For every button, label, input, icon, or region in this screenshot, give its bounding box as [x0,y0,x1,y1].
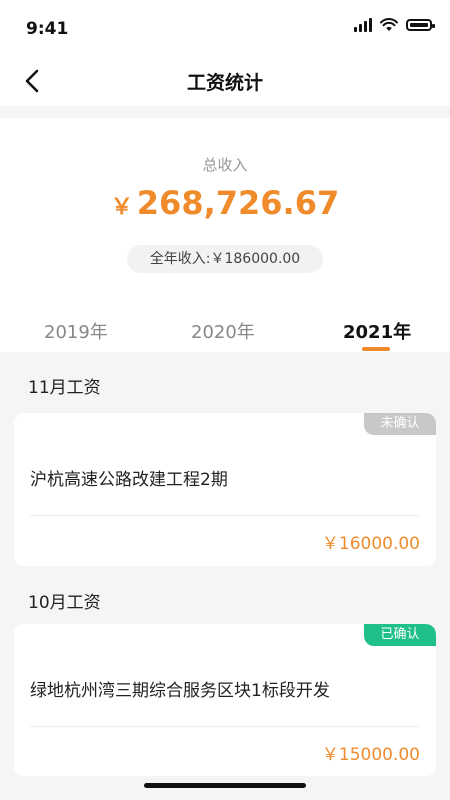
status-bar: 9:41 [0,0,450,56]
status-badge-confirmed: 已确认 [364,624,436,646]
total-income-label: 总收入 [202,156,248,174]
year-tabs: 2019年 2020年 2021年 [0,314,450,352]
tab-2019[interactable]: 2019年 [44,318,108,344]
salary-card-october[interactable]: 已确认 绿地杭州湾三期综合服务区块1标段开发 ￥15000.00 [14,624,436,776]
month-title-november: 11月工资 [28,378,101,398]
currency-symbol: ￥ [110,195,133,220]
total-income-amount: ￥ 268,726.67 [0,184,450,222]
month-title-october: 10月工资 [28,593,101,613]
status-icons [354,18,435,32]
card-divider [30,726,420,727]
tab-2021[interactable]: 2021年 [343,318,411,344]
total-income-value: 268,726.67 [136,184,340,222]
annual-income-pill: 全年收入:￥186000.00 [127,245,323,273]
section-gap [0,106,450,118]
page-title: 工资统计 [186,72,263,94]
project-name: 沪杭高速公路改建工程2期 [30,470,228,490]
salary-card-november[interactable]: 未确认 沪杭高速公路改建工程2期 ￥16000.00 [14,413,436,566]
signal-icon [354,18,372,32]
nav-bar: 工资统计 [0,56,450,106]
project-name: 绿地杭州湾三期综合服务区块1标段开发 [30,681,330,701]
home-indicator[interactable] [144,783,306,788]
salary-amount: ￥16000.00 [321,534,420,554]
card-divider [30,515,420,516]
battery-icon [406,19,435,31]
income-summary: 总收入 ￥ 268,726.67 全年收入:￥186000.00 2019年 20… [0,118,450,352]
salary-amount: ￥15000.00 [321,745,420,765]
status-badge-unconfirmed: 未确认 [364,413,436,435]
tab-2020[interactable]: 2020年 [191,318,255,344]
status-time: 9:41 [26,19,69,39]
wifi-icon [380,18,398,31]
active-tab-indicator [362,347,390,351]
